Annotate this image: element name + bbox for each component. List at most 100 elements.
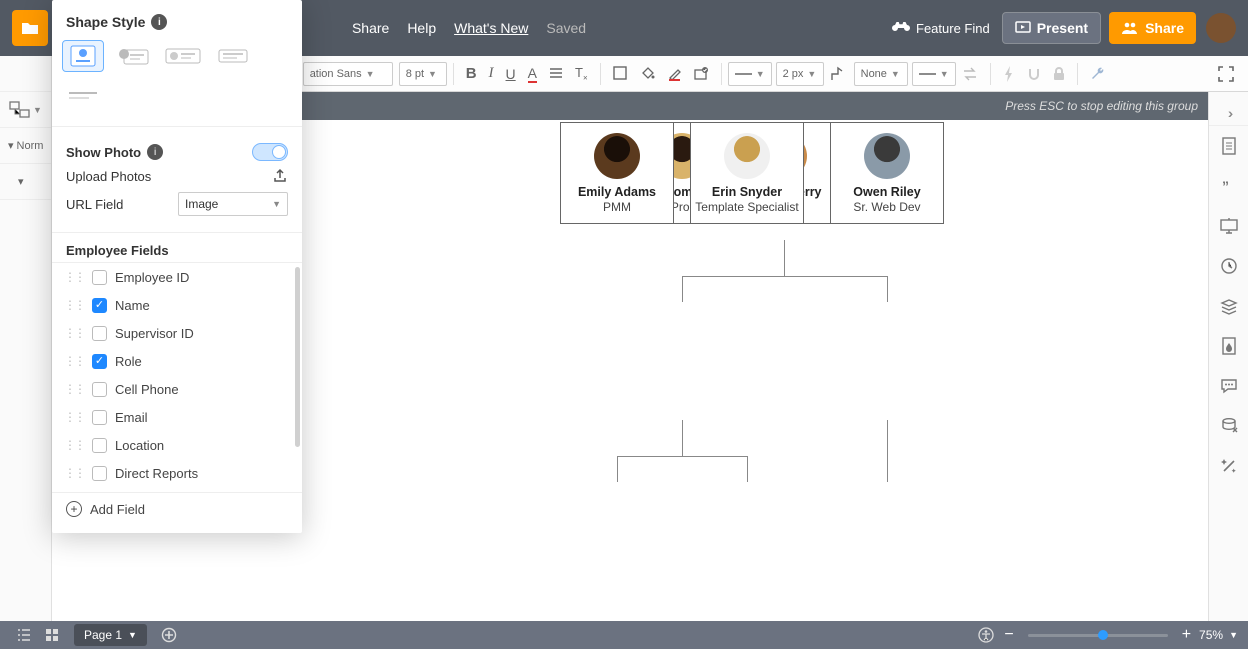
style-option-4[interactable] [212,40,254,72]
drag-grip-icon[interactable]: ⋮⋮ [64,382,84,396]
line-routing-button[interactable] [825,60,851,88]
field-checkbox[interactable] [92,410,107,425]
align-button[interactable] [544,60,568,88]
field-row[interactable]: ⋮⋮Direct Reports [52,459,302,487]
rail-doc-icon[interactable] [1209,126,1248,166]
drag-grip-icon[interactable]: ⋮⋮ [64,326,84,340]
field-row[interactable]: ⋮⋮ Cell Phone [52,375,302,403]
fullscreen-icon [1218,66,1234,82]
rail-quote-icon[interactable]: ” [1209,166,1248,206]
app-logo[interactable] [12,10,48,46]
outline-root[interactable]: ▾ Norm [0,128,51,164]
user-avatar[interactable] [1206,13,1236,43]
line-end-select[interactable]: ▼ [912,62,956,86]
fullscreen-button[interactable] [1213,60,1239,88]
field-checkbox[interactable] [92,438,107,453]
field-checkbox[interactable] [92,298,107,313]
text-color-button[interactable]: A [523,60,542,88]
rail-history-icon[interactable] [1209,246,1248,286]
add-field-button[interactable]: + Add Field [52,492,302,525]
field-row[interactable]: ⋮⋮Employee ID [52,263,302,291]
zoom-dropdown[interactable]: ▼ [1229,630,1238,640]
grid-view-button[interactable] [38,621,66,649]
collapse-rail-button[interactable]: ›› [1209,100,1248,126]
field-checkbox[interactable] [92,270,107,285]
bold-button[interactable]: B [461,60,482,88]
zoom-in-button[interactable]: + [1182,626,1191,644]
action-bolt-button[interactable] [998,60,1020,88]
field-row[interactable]: ⋮⋮Total Reports [52,487,302,492]
italic-button[interactable]: I [484,60,499,88]
info-icon[interactable]: i [151,14,167,30]
rail-layers-icon[interactable] [1209,286,1248,326]
menu-share[interactable]: Share [352,20,389,36]
style-option-3[interactable] [162,40,204,72]
drag-grip-icon[interactable]: ⋮⋮ [64,354,84,368]
drag-grip-icon[interactable]: ⋮⋮ [64,270,84,284]
info-icon[interactable]: i [147,144,163,160]
field-checkbox[interactable] [92,354,107,369]
field-label: Cell Phone [115,382,179,397]
rail-comments-icon[interactable] [1209,366,1248,406]
field-row[interactable]: ⋮⋮Email [52,403,302,431]
line-width-select[interactable]: 2 px▼ [776,62,824,86]
present-button[interactable]: Present [1002,12,1101,44]
outline-child[interactable]: ▾ [0,164,51,200]
upload-icon[interactable] [272,167,288,186]
line-style-select[interactable]: ▼ [728,62,772,86]
show-photo-toggle[interactable] [252,143,288,161]
rail-magic-icon[interactable] [1209,446,1248,486]
fontsize-select[interactable]: 8 pt▼ [399,62,447,86]
bucket-button[interactable] [635,60,660,88]
page-dropdown[interactable]: Page 1▼ [74,624,147,646]
zoom-slider[interactable] [1028,634,1168,637]
lock-icon [1053,67,1065,81]
pen-color-button[interactable] [662,60,687,88]
field-row[interactable]: ⋮⋮Location [52,431,302,459]
rail-ink-icon[interactable] [1209,326,1248,366]
shape-style-button[interactable] [689,60,714,88]
zoom-out-button[interactable]: − [1004,626,1013,644]
org-node[interactable]: Owen Riley Sr. Web Dev [830,122,944,224]
wrench-button[interactable] [1085,60,1111,88]
list-view-button[interactable] [10,621,38,649]
style-option-1[interactable] [62,40,104,72]
shape-badge-icon [694,66,709,81]
field-row[interactable]: ⋮⋮Supervisor ID [52,319,302,347]
menu-whats-new[interactable]: What's New [454,20,528,36]
style-option-2[interactable] [112,40,154,72]
lock-button[interactable] [1048,60,1070,88]
field-row[interactable]: ⋮⋮Role [52,347,302,375]
connector [784,240,785,276]
drag-grip-icon[interactable]: ⋮⋮ [64,466,84,480]
shapes-panel-button[interactable]: ▼ [0,92,51,128]
feature-find-button[interactable]: Feature Find [892,21,990,36]
rail-present-icon[interactable] [1209,206,1248,246]
popover-title: Shape Style [66,14,145,30]
org-node[interactable]: Emily Adams PMM [560,122,674,224]
clear-format-button[interactable]: T× [570,60,593,88]
url-field-select[interactable]: Image▼ [178,192,288,216]
add-page-button[interactable] [155,621,183,649]
line-start-select[interactable]: None▼ [854,62,908,86]
drag-grip-icon[interactable]: ⋮⋮ [64,438,84,452]
drag-grip-icon[interactable]: ⋮⋮ [64,410,84,424]
drag-grip-icon[interactable]: ⋮⋮ [64,298,84,312]
field-checkbox[interactable] [92,382,107,397]
fill-button[interactable] [608,60,633,88]
swap-ends-button[interactable] [957,60,983,88]
field-row[interactable]: ⋮⋮Name [52,291,302,319]
style-option-5[interactable] [62,80,104,112]
menu-help[interactable]: Help [407,20,436,36]
rail-data-icon[interactable] [1209,406,1248,446]
org-node[interactable]: Erin Snyder Template Specialist [690,122,804,224]
magnet-button[interactable] [1022,60,1046,88]
doc-title-row [0,56,51,92]
field-checkbox[interactable] [92,326,107,341]
field-checkbox[interactable] [92,466,107,481]
scrollbar-thumb[interactable] [295,267,300,447]
accessibility-button[interactable] [972,621,1000,649]
share-button[interactable]: Share [1109,12,1196,44]
font-select[interactable]: ation Sans▼ [303,62,393,86]
underline-button[interactable]: U [501,60,521,88]
